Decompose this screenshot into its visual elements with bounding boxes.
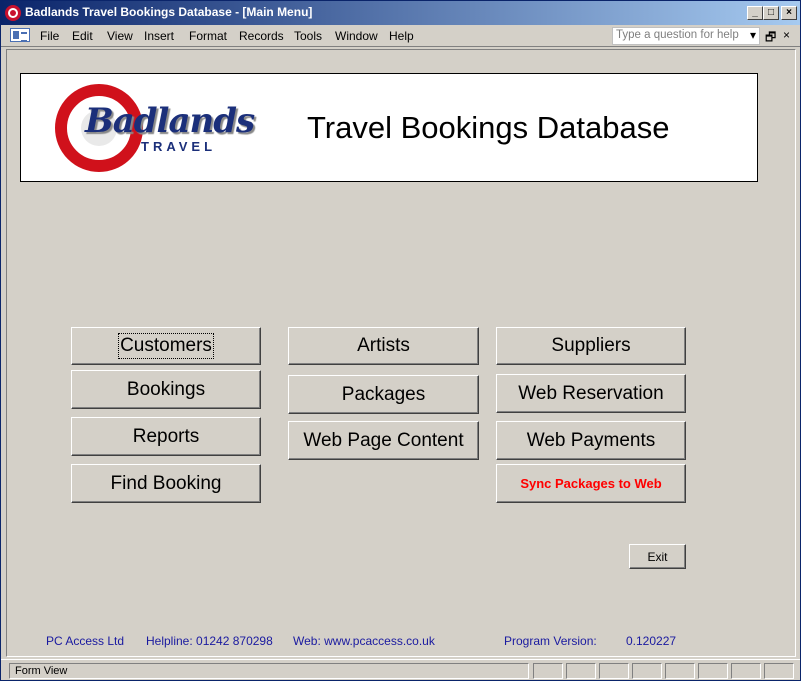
minimize-button[interactable]: _ <box>747 6 763 20</box>
status-bar: Form View <box>1 659 800 680</box>
status-panel <box>698 663 728 679</box>
status-panel <box>632 663 662 679</box>
menu-format[interactable]: Format <box>189 29 227 43</box>
program-version-label: Program Version: <box>504 634 597 648</box>
exit-button[interactable]: Exit <box>629 544 686 569</box>
menu-tools[interactable]: Tools <box>294 29 322 43</box>
status-text: Form View <box>9 663 529 679</box>
customers-button[interactable]: Customers <box>71 327 261 365</box>
bookings-button[interactable]: Bookings <box>71 370 261 409</box>
program-version-value: 0.120227 <box>626 634 677 648</box>
close-button[interactable]: × <box>781 6 797 20</box>
badlands-logo: Badlands TRAVEL <box>55 84 265 172</box>
status-panel <box>533 663 563 679</box>
menu-window[interactable]: Window <box>335 29 378 43</box>
web-page-content-button[interactable]: Web Page Content <box>288 421 479 460</box>
menu-file[interactable]: File <box>40 29 59 43</box>
reports-button[interactable]: Reports <box>71 417 261 456</box>
packages-button[interactable]: Packages <box>288 375 479 414</box>
logo-wordmark: Badlands <box>85 101 255 141</box>
access-window: Badlands Travel Bookings Database - [Mai… <box>0 0 801 681</box>
restore-document-icon[interactable]: 🗗 <box>765 28 776 49</box>
help-dropdown-icon[interactable]: ▾ <box>750 28 756 42</box>
page-title: Travel Bookings Database <box>307 110 670 145</box>
status-panel <box>764 663 794 679</box>
title-bar[interactable]: Badlands Travel Bookings Database - [Mai… <box>1 1 800 25</box>
maximize-button[interactable]: □ <box>763 6 779 20</box>
website-text: Web: www.pcaccess.co.uk <box>293 634 435 648</box>
company-name: PC Access Ltd <box>46 634 125 648</box>
menu-insert[interactable]: Insert <box>144 29 174 43</box>
status-panel <box>731 663 761 679</box>
menu-view[interactable]: View <box>107 29 133 43</box>
helpline-text: Helpline: 01242 870298 <box>146 634 273 648</box>
status-panel <box>599 663 629 679</box>
find-booking-button[interactable]: Find Booking <box>71 464 261 503</box>
menu-records[interactable]: Records <box>239 29 284 43</box>
menu-edit[interactable]: Edit <box>72 29 93 43</box>
close-document-icon[interactable]: × <box>783 28 790 42</box>
help-search-input[interactable]: Type a question for help <box>612 27 760 45</box>
artists-button[interactable]: Artists <box>288 327 479 365</box>
suppliers-button[interactable]: Suppliers <box>496 327 686 365</box>
window-title: Badlands Travel Bookings Database - [Mai… <box>25 5 313 19</box>
form-icon[interactable] <box>10 28 30 42</box>
web-reservation-button[interactable]: Web Reservation <box>496 374 686 413</box>
menu-help[interactable]: Help <box>389 29 414 43</box>
status-panel <box>665 663 695 679</box>
web-payments-button[interactable]: Web Payments <box>496 421 686 460</box>
status-panel <box>566 663 596 679</box>
sync-packages-button[interactable]: Sync Packages to Web <box>496 464 686 503</box>
header-banner: Badlands TRAVEL Travel Bookings Database <box>20 73 758 182</box>
menu-bar: File Edit View Insert Format Records Too… <box>1 25 800 47</box>
customers-button-label: Customers <box>118 333 214 359</box>
logo-subtext: TRAVEL <box>141 139 217 154</box>
app-icon[interactable] <box>5 5 21 21</box>
